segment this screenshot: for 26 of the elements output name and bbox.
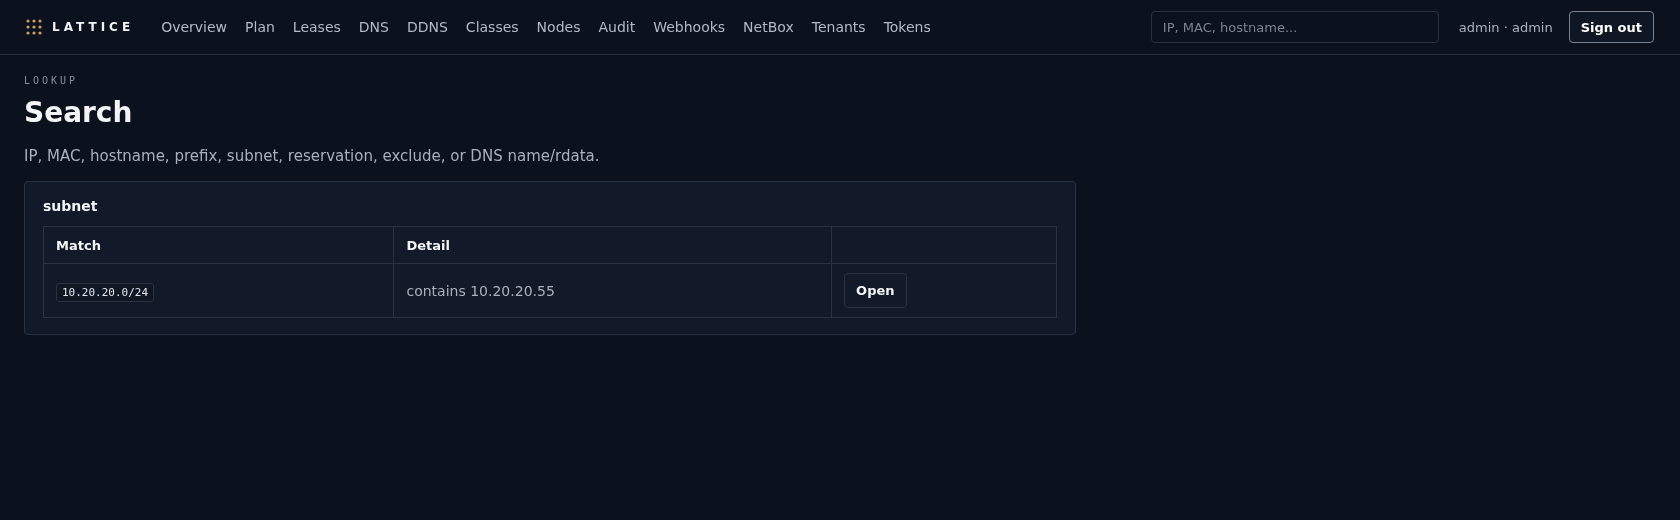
nav-link[interactable]: Tenants: [811, 19, 866, 35]
page-subtitle: IP, MAC, hostname, prefix, subnet, reservation, exclude, or DNS name/rdata.: [24, 147, 601, 165]
nav-link[interactable]: Plan: [245, 19, 275, 35]
section-label: LOOKUP: [24, 75, 80, 86]
user-label: admin · admin: [1458, 19, 1553, 35]
sign-out-button[interactable]: Sign out: [1568, 11, 1654, 43]
column-header: Detail: [394, 226, 832, 264]
column-header: Match: [43, 226, 394, 264]
grid-logo-icon: [26, 19, 42, 35]
nav-link[interactable]: DNS: [358, 19, 389, 35]
table-cell: contains 10.20.20.55: [394, 263, 832, 318]
nav-link[interactable]: Webhooks: [653, 19, 726, 35]
nav-link[interactable]: Audit: [598, 19, 636, 35]
card-title: subnet: [43, 198, 99, 214]
open-button[interactable]: Open: [844, 273, 907, 308]
search-field[interactable]: IP, MAC, hostname...: [1150, 11, 1439, 43]
nav-link[interactable]: Nodes: [536, 19, 581, 35]
nav-link[interactable]: DDNS: [406, 19, 448, 35]
nav-link[interactable]: Tokens: [883, 19, 931, 35]
nav-link[interactable]: Leases: [292, 19, 341, 35]
page-title: Search: [24, 96, 134, 129]
match-value: 10.20.20.0/24: [56, 282, 155, 302]
nav-link[interactable]: NetBox: [743, 19, 794, 35]
brand-name: LATTICE: [52, 20, 135, 34]
nav-link[interactable]: Overview: [161, 19, 228, 35]
nav-link[interactable]: Classes: [465, 19, 519, 35]
